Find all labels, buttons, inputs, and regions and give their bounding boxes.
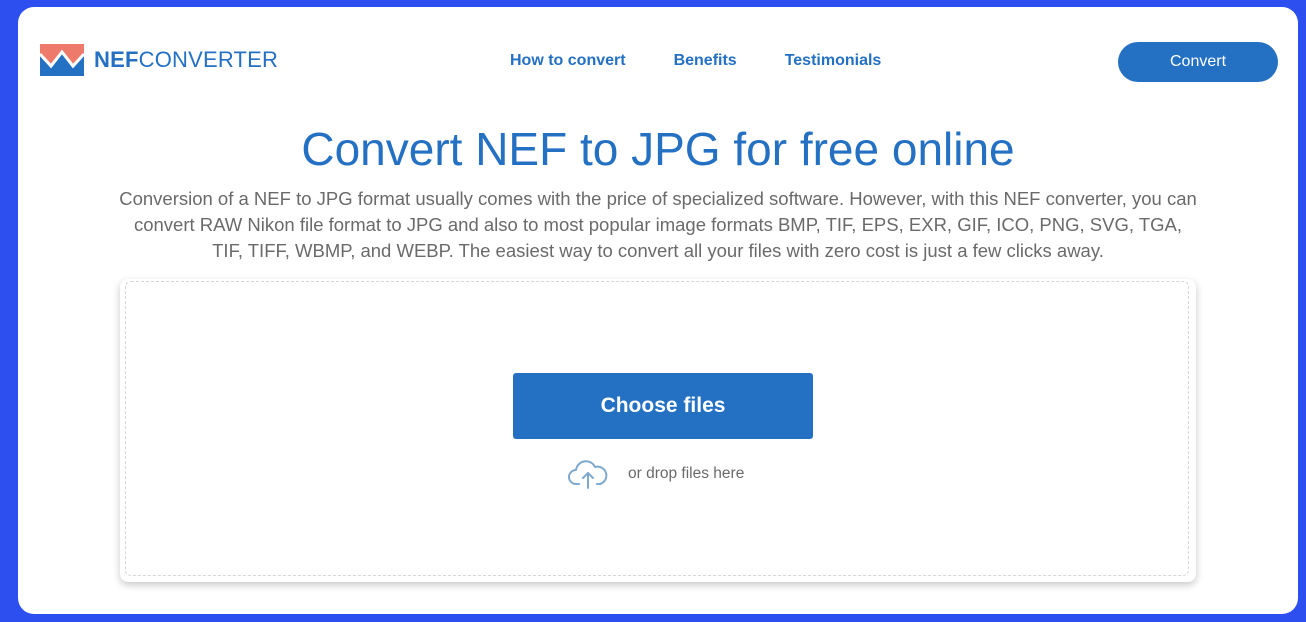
upload-card: Choose files or drop files here <box>120 279 1196 582</box>
logo[interactable]: NEFCONVERTER <box>40 43 278 77</box>
cloud-upload-icon <box>568 460 608 489</box>
header-convert-button[interactable]: Convert <box>1118 42 1278 82</box>
main-nav: How to convert Benefits Testimonials <box>510 52 881 70</box>
page-title: Convert NEF to JPG for free online <box>301 123 1015 175</box>
nav-how-to-convert[interactable]: How to convert <box>510 52 626 70</box>
drop-files-text: or drop files here <box>628 465 745 482</box>
nav-benefits[interactable]: Benefits <box>674 52 737 70</box>
drop-zone[interactable]: Choose files or drop files here <box>125 281 1189 576</box>
choose-files-button[interactable]: Choose files <box>513 373 813 439</box>
nef-logo-icon <box>40 44 84 76</box>
page-container: NEFCONVERTER How to convert Benefits Tes… <box>18 7 1298 614</box>
page-description: Conversion of a NEF to JPG format usuall… <box>119 188 1197 261</box>
nav-testimonials[interactable]: Testimonials <box>785 52 882 70</box>
logo-text: NEFCONVERTER <box>94 47 279 72</box>
drop-hint: or drop files here <box>568 459 744 489</box>
